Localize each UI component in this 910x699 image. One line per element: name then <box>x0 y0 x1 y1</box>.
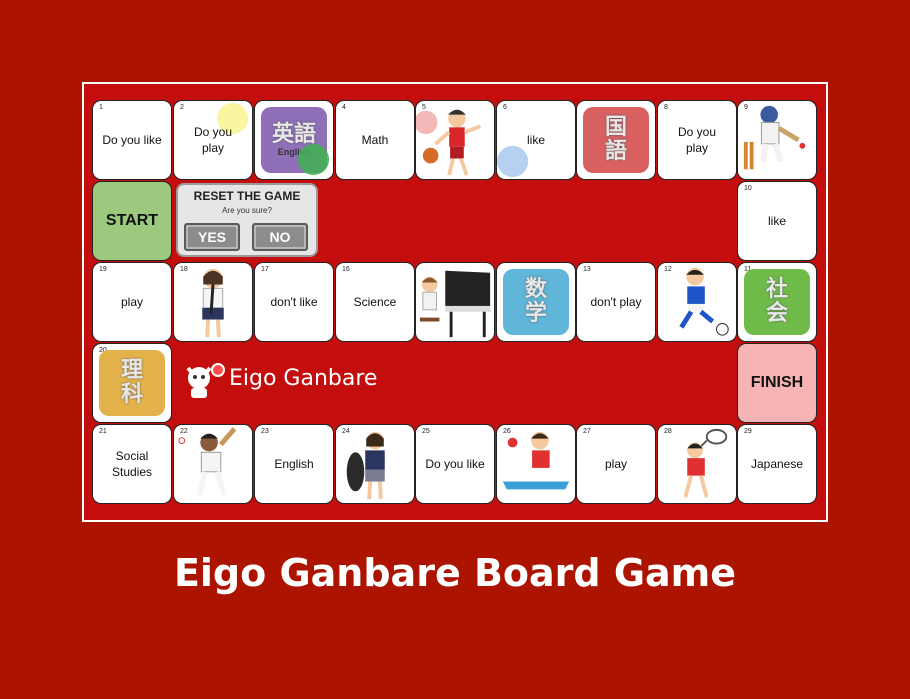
cell-number: 17 <box>261 266 269 273</box>
kanji-text: 理科 <box>120 358 143 407</box>
tennis-player-icon <box>683 428 728 498</box>
cell-text: don't like <box>270 295 318 309</box>
kanji-science-icon: 理科 <box>99 350 165 416</box>
cell-number: 13 <box>583 266 591 273</box>
cell-text: like <box>767 214 786 228</box>
baseball-player-icon <box>178 427 237 497</box>
cricket-player-icon <box>743 105 806 170</box>
cell-number: 27 <box>583 428 591 435</box>
board-cell-28[interactable]: 28 <box>657 424 737 504</box>
piano-player-icon <box>419 270 491 338</box>
cell-text: Social Studies <box>111 449 153 479</box>
cell-text: like <box>526 133 545 147</box>
cell-number: 1 <box>99 104 103 111</box>
cell-text: Math <box>361 133 389 147</box>
finish-label: FINISH <box>750 374 804 391</box>
cell-text: play <box>120 295 143 309</box>
page-title: Eigo Ganbare Board Game <box>173 551 737 595</box>
board-cell-7[interactable]: 国語 <box>576 100 656 180</box>
board-cell-19[interactable]: 19 play <box>92 262 172 342</box>
board-cell-25[interactable]: 25 Do you like <box>415 424 495 504</box>
cell-text: Do you play <box>677 125 717 155</box>
cell-number: 8 <box>664 104 668 111</box>
kanji-japanese-icon: 国語 <box>583 107 649 173</box>
table-tennis-player-icon <box>502 431 570 490</box>
cell-number: 29 <box>744 428 752 435</box>
board-cell-22[interactable]: 22 <box>173 424 253 504</box>
yes-button[interactable]: YES <box>184 223 240 251</box>
cell-text: don't play <box>590 295 642 309</box>
board-cell-24[interactable]: 24 <box>335 424 415 504</box>
logo-text: Eigo Ganbare <box>229 366 378 391</box>
board-cell-2[interactable]: 2 Do you play <box>173 100 253 180</box>
board-cell-14[interactable]: 数学 <box>496 262 576 342</box>
board-cell-3[interactable]: 英語 English <box>254 100 334 180</box>
cell-text: English <box>274 457 314 471</box>
cello-student-icon <box>346 431 385 500</box>
cell-text: Do you play <box>193 125 233 155</box>
dog-mascot-icon <box>186 363 225 398</box>
cell-number: 16 <box>342 266 350 273</box>
cell-text: Do you like <box>102 133 162 147</box>
cell-number: 4 <box>342 104 346 111</box>
board-cell-4[interactable]: 4 Math <box>335 100 415 180</box>
board-cell-5[interactable]: 5 <box>415 100 495 180</box>
board-cell-10[interactable]: 10 like <box>737 181 817 261</box>
board-cell-23[interactable]: 23 English <box>254 424 334 504</box>
kanji-social-studies-icon: 社会 <box>744 269 810 335</box>
clarinet-student-icon <box>202 268 224 338</box>
board-cell-26[interactable]: 26 <box>496 424 576 504</box>
board-cell-27[interactable]: 27 play <box>576 424 656 504</box>
cell-text: play <box>604 457 627 471</box>
kanji-text: 社会 <box>765 277 788 326</box>
cell-number: 25 <box>422 428 430 435</box>
kanji-text: 国語 <box>604 115 627 164</box>
kanji-math-icon: 数学 <box>503 269 569 335</box>
reset-title: RESET THE GAME <box>193 189 301 203</box>
board-cell-18[interactable]: 18 <box>173 262 253 342</box>
finish-cell[interactable]: FINISH <box>737 343 817 423</box>
cell-text: Do you like <box>425 457 485 471</box>
eigo-ganbare-logo: Eigo Ganbare <box>183 360 393 400</box>
board-cell-8[interactable]: 8 Do you play <box>657 100 737 180</box>
basketball-player-icon <box>416 109 482 176</box>
cell-number: 21 <box>99 428 107 435</box>
board-cell-1[interactable]: 1 Do you like <box>92 100 172 180</box>
board-cell-15[interactable] <box>415 262 495 342</box>
board-cell-29[interactable]: 29 Japanese <box>737 424 817 504</box>
board-cell-20[interactable]: 20 理科 <box>92 343 172 423</box>
start-cell[interactable]: START <box>92 181 172 261</box>
start-label: START <box>105 212 159 229</box>
board-cell-21[interactable]: 21 Social Studies <box>92 424 172 504</box>
board-cell-12[interactable]: 12 <box>657 262 737 342</box>
reset-dialog: RESET THE GAME Are you sure? YES NO <box>176 183 318 257</box>
cell-text: Japanese <box>750 457 804 471</box>
board-cell-13[interactable]: 13 don't play <box>576 262 656 342</box>
cell-text: Science <box>353 295 397 309</box>
board-cell-16[interactable]: 16 Science <box>335 262 415 342</box>
cell-number: 19 <box>99 266 107 273</box>
soccer-player-icon <box>679 267 729 336</box>
kanji-text: 数学 <box>524 277 547 326</box>
board-cell-9[interactable]: 9 <box>737 100 817 180</box>
no-button[interactable]: NO <box>252 223 308 251</box>
board-cell-6[interactable]: 6 like <box>496 100 576 180</box>
cell-number: 10 <box>744 185 752 192</box>
board-cell-11[interactable]: 11 社会 <box>737 262 817 342</box>
reset-subtitle: Are you sure? <box>222 206 272 215</box>
cell-number: 23 <box>261 428 269 435</box>
green-circle-decoration <box>297 143 330 176</box>
board-cell-17[interactable]: 17 don't like <box>254 262 334 342</box>
